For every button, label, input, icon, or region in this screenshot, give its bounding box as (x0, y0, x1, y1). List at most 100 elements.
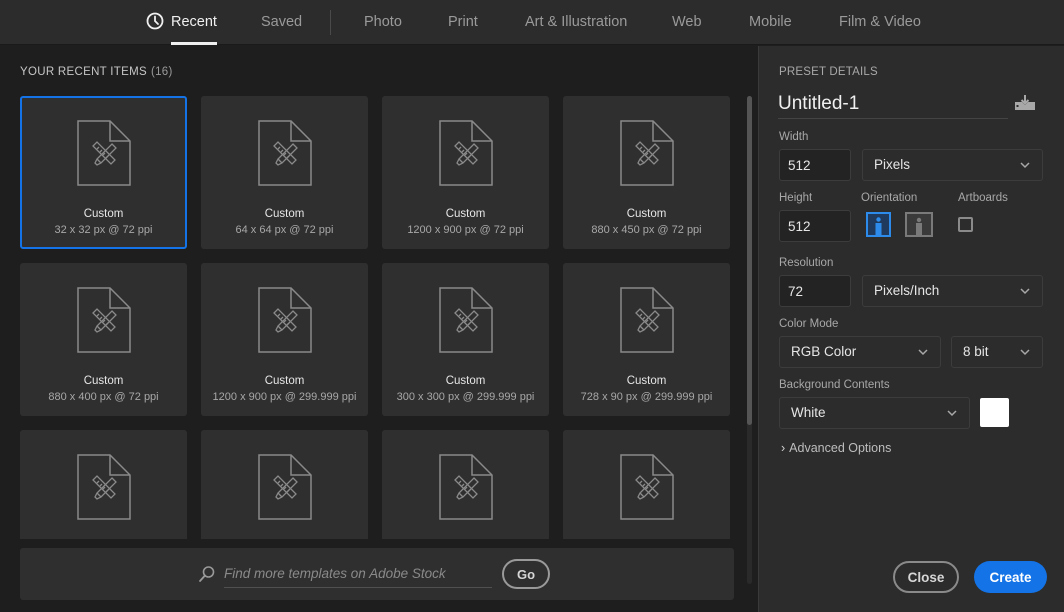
tab-label: Mobile (749, 14, 792, 30)
recent-item-name: Custom (626, 375, 667, 387)
recent-item-name: Custom (626, 208, 667, 220)
tab-web[interactable]: Web (672, 0, 702, 45)
recent-items-title: YOUR RECENT ITEMS (20, 66, 147, 78)
document-icon (77, 120, 131, 186)
height-label: Height (779, 192, 813, 204)
preset-details-title: PRESET DETAILS (779, 66, 878, 78)
tab-film-video[interactable]: Film & Video (839, 0, 921, 45)
advanced-options-label: Advanced Options (789, 441, 892, 455)
color-mode-value: RGB Color (791, 344, 857, 359)
tab-art-illustration[interactable]: Art & Illustration (525, 0, 627, 45)
color-mode-label: Color Mode (779, 318, 839, 330)
tab-label: Film & Video (839, 14, 921, 30)
tab-recent[interactable]: Recent (171, 0, 217, 45)
recent-items-pane: YOUR RECENT ITEMS (16) Custom 32 x 32 px @… (0, 46, 758, 612)
background-contents-label: Background Contents (779, 379, 890, 391)
width-label: Width (779, 131, 809, 143)
create-button[interactable]: Create (974, 561, 1047, 593)
document-icon (258, 287, 312, 353)
artboards-checkbox[interactable] (958, 217, 973, 232)
document-icon (77, 454, 131, 520)
background-contents-select[interactable]: White (779, 397, 970, 429)
recent-item-dimensions: 300 x 300 px @ 299.999 ppi (396, 391, 535, 403)
recent-item-card[interactable] (563, 430, 730, 539)
document-icon (258, 454, 312, 520)
tab-mobile[interactable]: Mobile (749, 0, 792, 45)
recent-item-name: Custom (445, 375, 486, 387)
close-button[interactable]: Close (893, 561, 959, 593)
go-button[interactable]: Go (502, 559, 550, 589)
recent-item-dimensions: 880 x 400 px @ 72 ppi (48, 391, 159, 403)
tab-label: Photo (364, 14, 402, 30)
portrait-orientation-button[interactable] (866, 212, 891, 237)
resolution-input[interactable] (779, 275, 851, 307)
clock-icon (146, 12, 164, 30)
recent-item-name: Custom (83, 208, 124, 220)
chevron-down-icon (1020, 288, 1030, 295)
recent-item-dimensions: 880 x 450 px @ 72 ppi (591, 224, 702, 236)
tab-saved[interactable]: Saved (261, 0, 302, 45)
bit-depth-value: 8 bit (963, 344, 989, 359)
recent-item-card[interactable]: Custom 32 x 32 px @ 72 ppi (20, 96, 187, 249)
recent-items-grid: Custom 32 x 32 px @ 72 ppi Custom 64 x 64 p… (20, 96, 732, 539)
width-unit-select[interactable]: Pixels (862, 149, 1043, 181)
recent-item-card[interactable]: Custom 64 x 64 px @ 72 ppi (201, 96, 368, 249)
chevron-down-icon (1020, 349, 1030, 356)
recent-item-card[interactable] (382, 430, 549, 539)
recent-item-card[interactable] (20, 430, 187, 539)
resolution-unit-value: Pixels/Inch (874, 283, 940, 298)
recent-item-name: Custom (445, 208, 486, 220)
recent-item-card[interactable]: Custom 880 x 450 px @ 72 ppi (563, 96, 730, 249)
bit-depth-select[interactable]: 8 bit (951, 336, 1043, 368)
landscape-orientation-button[interactable] (905, 212, 933, 237)
width-unit-value: Pixels (874, 157, 911, 172)
color-mode-select[interactable]: RGB Color (779, 336, 941, 368)
tab-photo[interactable]: Photo (364, 0, 402, 45)
search-icon (199, 566, 215, 582)
save-preset-icon[interactable] (1014, 94, 1036, 112)
tab-print[interactable]: Print (448, 0, 478, 45)
document-icon (439, 454, 493, 520)
document-icon (620, 120, 674, 186)
chevron-down-icon (1020, 162, 1030, 169)
recent-item-dimensions: 64 x 64 px @ 72 ppi (235, 224, 334, 236)
category-tabs: Recent Saved Photo Print Art & Illustrat… (0, 0, 1064, 45)
artboards-label: Artboards (958, 192, 1008, 204)
tab-divider (330, 10, 331, 35)
recent-item-card[interactable]: Custom 1200 x 900 px @ 299.999 ppi (201, 263, 368, 416)
resolution-unit-select[interactable]: Pixels/Inch (862, 275, 1043, 307)
width-input[interactable] (779, 149, 851, 181)
orientation-label: Orientation (861, 192, 918, 204)
document-name-input[interactable] (778, 89, 1008, 119)
scrollbar-thumb[interactable] (747, 96, 752, 425)
recent-items-heading: YOUR RECENT ITEMS (16) (20, 66, 173, 78)
grid-scrollbar[interactable] (747, 96, 752, 584)
tab-label: Web (672, 14, 702, 30)
recent-item-name: Custom (83, 375, 124, 387)
recent-item-card[interactable]: Custom 1200 x 900 px @ 72 ppi (382, 96, 549, 249)
resolution-label: Resolution (779, 257, 834, 269)
chevron-down-icon (947, 410, 957, 417)
background-color-swatch[interactable] (980, 398, 1009, 427)
tab-label: Saved (261, 14, 303, 30)
active-tab-indicator (171, 42, 217, 45)
chevron-right-icon: › (781, 441, 786, 455)
stock-search-input[interactable] (224, 560, 492, 588)
recent-item-card[interactable]: Custom 728 x 90 px @ 299.999 ppi (563, 263, 730, 416)
height-input[interactable] (779, 210, 851, 242)
recent-item-card[interactable] (201, 430, 368, 539)
recent-item-card[interactable]: Custom 880 x 400 px @ 72 ppi (20, 263, 187, 416)
advanced-options-toggle[interactable]: › Advanced Options (781, 441, 891, 455)
chevron-down-icon (918, 349, 928, 356)
document-icon (439, 120, 493, 186)
document-icon (258, 120, 312, 186)
tab-label: Recent (171, 14, 217, 30)
document-icon (620, 287, 674, 353)
document-icon (77, 287, 131, 353)
recent-item-name: Custom (264, 208, 305, 220)
background-contents-value: White (791, 405, 826, 420)
document-icon (620, 454, 674, 520)
adobe-stock-search-bar: Go (20, 548, 734, 600)
document-icon (439, 287, 493, 353)
recent-item-card[interactable]: Custom 300 x 300 px @ 299.999 ppi (382, 263, 549, 416)
